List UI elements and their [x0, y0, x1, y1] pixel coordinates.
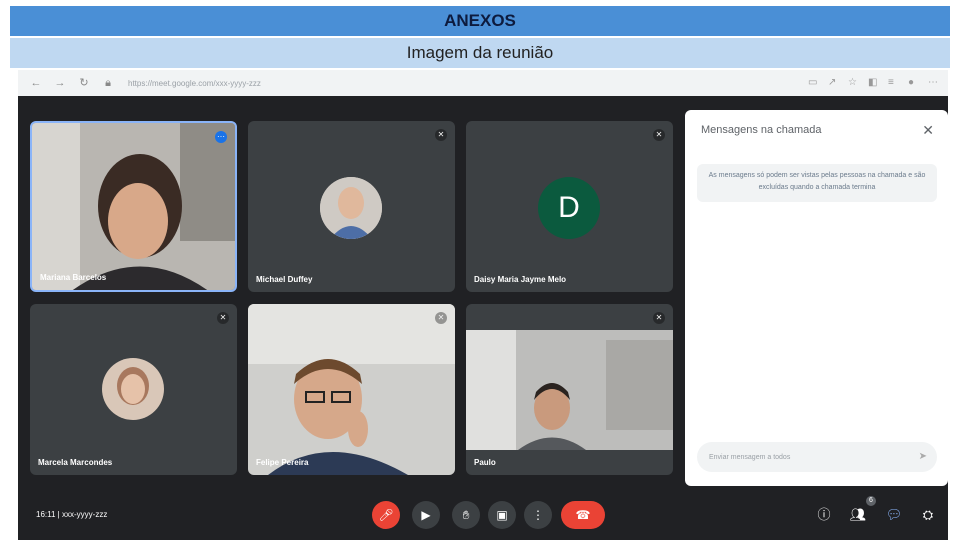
participant-name: Felipe Pereira: [256, 458, 309, 467]
chat-icon[interactable]: 💬︎: [885, 506, 903, 524]
chat-message-input[interactable]: Enviar mensagem a todos ➤: [697, 442, 937, 472]
participant-tile[interactable]: ⋯ Mariana Barcelos: [30, 121, 237, 292]
bookmark-icon[interactable]: ☆: [848, 78, 858, 88]
browser-toolbar: ← → ↻ 🔒︎ https://meet.google.com/xxx-yyy…: [18, 70, 948, 97]
chat-notice: As mensagens só podem ser vistas pelas p…: [697, 164, 937, 202]
present-screen-button[interactable]: ▣: [488, 501, 516, 529]
participant-name: Daisy Maria Jayme Melo: [474, 275, 567, 284]
chat-panel: Mensagens na chamada ✕ As mensagens só p…: [685, 110, 948, 486]
mic-toggle-button[interactable]: 🎤︎: [372, 501, 400, 529]
meeting-code[interactable]: xxx-yyyy-zzz: [62, 510, 107, 519]
mic-off-icon: ✕: [435, 312, 447, 324]
meeting-time: 16:11: [36, 510, 56, 519]
avatar: [102, 358, 164, 420]
profile-icon[interactable]: ●: [908, 78, 918, 88]
participant-video: [32, 123, 235, 290]
forward-icon[interactable]: →: [54, 77, 66, 89]
avatar: [320, 177, 382, 239]
participant-video: [466, 330, 673, 450]
avatar: D: [538, 177, 600, 239]
mic-off-icon: ✕: [653, 129, 665, 141]
reading-list-icon[interactable]: ≡: [888, 78, 898, 88]
more-options-icon[interactable]: ⋯: [215, 131, 227, 143]
activities-icon[interactable]: ⛭: [919, 506, 937, 524]
participant-tile[interactable]: ✕ Marcela Marcondes: [30, 304, 237, 475]
camera-toggle-button[interactable]: ▶: [412, 501, 440, 529]
meeting-info: 16:11 | xxx-yyyy-zzz: [36, 510, 108, 519]
lock-icon: 🔒︎: [105, 77, 111, 89]
mic-off-icon: ✕: [435, 129, 447, 141]
more-options-button[interactable]: ⋮: [524, 501, 552, 529]
mic-off-icon: ✕: [653, 312, 665, 324]
annex-subtitle: Imagem da reunião: [10, 38, 950, 68]
participant-video: [248, 304, 455, 475]
leave-call-button[interactable]: ☎: [561, 501, 605, 529]
close-icon[interactable]: ✕: [922, 122, 934, 139]
share-icon[interactable]: ↗: [828, 78, 838, 88]
chat-input-placeholder: Enviar mensagem a todos: [709, 453, 791, 461]
chat-title: Mensagens na chamada: [701, 124, 822, 136]
address-bar[interactable]: https://meet.google.com/xxx-yyyy-zzz: [128, 79, 368, 88]
participant-tile[interactable]: ✕ D Daisy Maria Jayme Melo: [466, 121, 673, 292]
annex-title: ANEXOS: [10, 6, 950, 36]
people-icon[interactable]: 👥︎: [849, 506, 867, 524]
raise-hand-button[interactable]: ✋︎: [452, 501, 480, 529]
participant-name: Marcela Marcondes: [38, 458, 113, 467]
participant-name: Mariana Barcelos: [40, 273, 107, 282]
people-count-badge: 6: [866, 496, 876, 506]
reload-icon[interactable]: ↻: [78, 77, 90, 89]
mic-off-icon: ✕: [217, 312, 229, 324]
back-icon[interactable]: ←: [30, 77, 42, 89]
info-icon[interactable]: ⓘ: [815, 506, 833, 524]
participant-tile[interactable]: ✕ Paulo: [466, 304, 673, 475]
camera-permission-icon[interactable]: ▭: [808, 78, 818, 88]
menu-icon[interactable]: ⋯: [928, 78, 938, 88]
participant-name: Michael Duffey: [256, 275, 313, 284]
participant-tile[interactable]: ✕ Felipe Pereira: [248, 304, 455, 475]
participant-name: Paulo: [474, 458, 496, 467]
send-icon[interactable]: ➤: [919, 451, 927, 462]
participant-tile[interactable]: ✕ Michael Duffey: [248, 121, 455, 292]
extensions-icon[interactable]: ◧: [868, 78, 878, 88]
